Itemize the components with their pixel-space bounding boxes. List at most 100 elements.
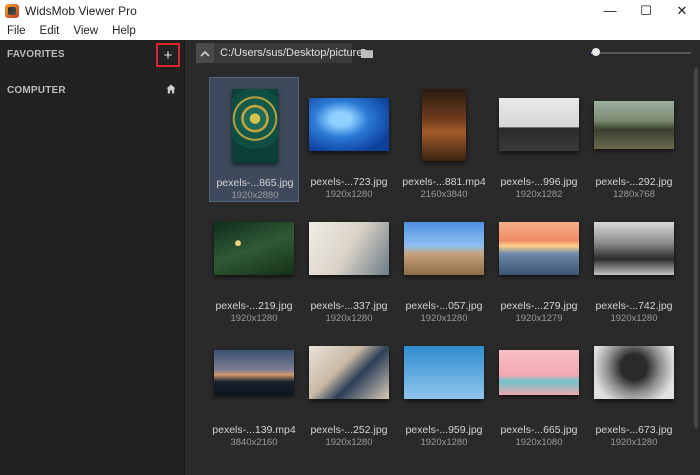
- thumbnail-frame: [399, 201, 489, 296]
- chevron-up-icon: [200, 50, 210, 57]
- thumbnail-item[interactable]: pexels-...742.jpg 1920x1280: [589, 201, 679, 326]
- file-name: pexels-...959.jpg: [405, 424, 483, 436]
- thumbnail-item[interactable]: pexels-...292.jpg 1280x768: [589, 77, 679, 202]
- scrollbar[interactable]: [692, 66, 700, 475]
- path-bar: C:/Users/sus/Desktop/pictures: [185, 40, 700, 66]
- file-name: pexels-...057.jpg: [405, 300, 483, 312]
- file-dimensions: 1280x768: [613, 189, 655, 200]
- thumbnail-item[interactable]: pexels-...252.jpg 1920x1280: [304, 325, 394, 450]
- add-favorite-button[interactable]: +: [156, 43, 180, 67]
- file-name: pexels-...292.jpg: [595, 176, 673, 188]
- file-dimensions: 3840x2160: [230, 437, 278, 448]
- thumbnail-frame: [304, 77, 394, 172]
- thumbnail-image[interactable]: [499, 350, 579, 395]
- thumbnail-item[interactable]: pexels-...279.jpg 1920x1279: [494, 201, 584, 326]
- thumbnail-item[interactable]: pexels-...865.jpg 1920x2880: [209, 77, 299, 202]
- thumbnail-item[interactable]: pexels-...723.jpg 1920x1280: [304, 77, 394, 202]
- thumbnail-image[interactable]: [404, 222, 484, 275]
- thumbnail-image[interactable]: [422, 88, 466, 161]
- thumbnail-image[interactable]: [499, 98, 579, 151]
- file-name: pexels-...252.jpg: [310, 424, 388, 436]
- path-up-button[interactable]: [196, 43, 214, 63]
- thumbnail-frame: [589, 325, 679, 420]
- file-name: pexels-...865.jpg: [216, 177, 294, 189]
- thumbnail-item[interactable]: pexels-...673.jpg 1920x1280: [589, 325, 679, 450]
- home-icon[interactable]: [166, 84, 176, 94]
- thumbnail-frame: [209, 325, 299, 420]
- sidebar-favorites[interactable]: FAVORITES +: [0, 40, 184, 68]
- file-dimensions: 1920x1280: [420, 437, 468, 448]
- app-logo-icon: [5, 3, 19, 18]
- thumbnail-frame: [399, 77, 489, 172]
- file-name: pexels-...219.jpg: [215, 300, 293, 312]
- menu-help[interactable]: Help: [105, 25, 143, 37]
- window-controls: — ☐ ✕: [592, 0, 700, 21]
- title-bar: WidsMob Viewer Pro — ☐ ✕: [0, 0, 700, 21]
- folder-icon[interactable]: [361, 48, 373, 58]
- menu-file[interactable]: File: [0, 25, 33, 37]
- thumbnail-frame: [399, 325, 489, 420]
- menu-edit[interactable]: Edit: [33, 25, 67, 37]
- file-name: pexels-...881.mp4: [402, 176, 486, 188]
- thumbnail-image[interactable]: [594, 346, 674, 399]
- file-name: pexels-...665.jpg: [500, 424, 578, 436]
- computer-label: COMPUTER: [7, 84, 66, 96]
- file-name: pexels-...139.mp4: [212, 424, 296, 436]
- thumbnail-frame: [210, 78, 300, 173]
- thumbnail-item[interactable]: pexels-...996.jpg 1920x1282: [494, 77, 584, 202]
- thumbnail-item[interactable]: pexels-...881.mp4 2160x3840: [399, 77, 489, 202]
- file-dimensions: 1920x1280: [420, 313, 468, 324]
- close-button[interactable]: ✕: [664, 0, 700, 21]
- thumbnail-grid: pexels-...865.jpg 1920x2880 pexels-...723.…: [185, 66, 692, 475]
- scrollbar-thumb[interactable]: [694, 68, 698, 428]
- thumbnail-image[interactable]: [232, 88, 278, 163]
- zoom-slider-track[interactable]: [591, 52, 691, 54]
- thumbnail-frame: [304, 201, 394, 296]
- thumbnail-frame: [494, 201, 584, 296]
- sidebar: FAVORITES + COMPUTER: [0, 40, 185, 475]
- file-dimensions: 1920x1280: [325, 313, 373, 324]
- thumbnail-frame: [589, 77, 679, 172]
- path-field[interactable]: C:/Users/sus/Desktop/pictures: [214, 43, 368, 63]
- thumbnail-frame: [494, 325, 584, 420]
- thumbnail-image[interactable]: [309, 346, 389, 399]
- thumbnail-image[interactable]: [594, 100, 674, 149]
- sidebar-computer[interactable]: COMPUTER: [0, 76, 184, 104]
- thumbnail-item[interactable]: pexels-...959.jpg 1920x1280: [399, 325, 489, 450]
- thumbnail-frame: [304, 325, 394, 420]
- thumbnail-item[interactable]: pexels-...057.jpg 1920x1280: [399, 201, 489, 326]
- maximize-button[interactable]: ☐: [628, 0, 664, 21]
- menu-bar: File Edit View Help: [0, 21, 700, 41]
- file-dimensions: 1920x1279: [515, 313, 563, 324]
- thumbnail-item[interactable]: pexels-...337.jpg 1920x1280: [304, 201, 394, 326]
- thumbnail-item[interactable]: pexels-...665.jpg 1920x1080: [494, 325, 584, 450]
- thumbnail-image[interactable]: [309, 98, 389, 151]
- minimize-button[interactable]: —: [592, 0, 628, 21]
- menu-view[interactable]: View: [66, 25, 105, 37]
- window-title: WidsMob Viewer Pro: [25, 3, 137, 18]
- thumbnail-item[interactable]: pexels-...139.mp4 3840x2160: [209, 325, 299, 450]
- file-name: pexels-...673.jpg: [595, 424, 673, 436]
- file-dimensions: 1920x1280: [325, 189, 373, 200]
- thumbnail-image[interactable]: [499, 222, 579, 275]
- file-dimensions: 1920x2880: [231, 190, 279, 201]
- file-dimensions: 1920x1280: [325, 437, 373, 448]
- thumbnail-image[interactable]: [214, 222, 294, 275]
- thumbnail-image[interactable]: [594, 222, 674, 275]
- thumbnail-frame: [589, 201, 679, 296]
- file-name: pexels-...279.jpg: [500, 300, 578, 312]
- file-dimensions: 1920x1280: [230, 313, 278, 324]
- thumbnail-frame: [209, 201, 299, 296]
- thumbnail-image[interactable]: [214, 350, 294, 395]
- zoom-slider-thumb[interactable]: [592, 48, 600, 56]
- thumbnail-image[interactable]: [309, 222, 389, 275]
- file-dimensions: 2160x3840: [420, 189, 468, 200]
- favorites-label: FAVORITES: [7, 48, 65, 60]
- file-dimensions: 1920x1080: [515, 437, 563, 448]
- thumbnail-image[interactable]: [404, 346, 484, 399]
- file-dimensions: 1920x1280: [610, 313, 658, 324]
- file-dimensions: 1920x1280: [610, 437, 658, 448]
- thumbnail-item[interactable]: pexels-...219.jpg 1920x1280: [209, 201, 299, 326]
- thumbnail-frame: [494, 77, 584, 172]
- file-name: pexels-...742.jpg: [595, 300, 673, 312]
